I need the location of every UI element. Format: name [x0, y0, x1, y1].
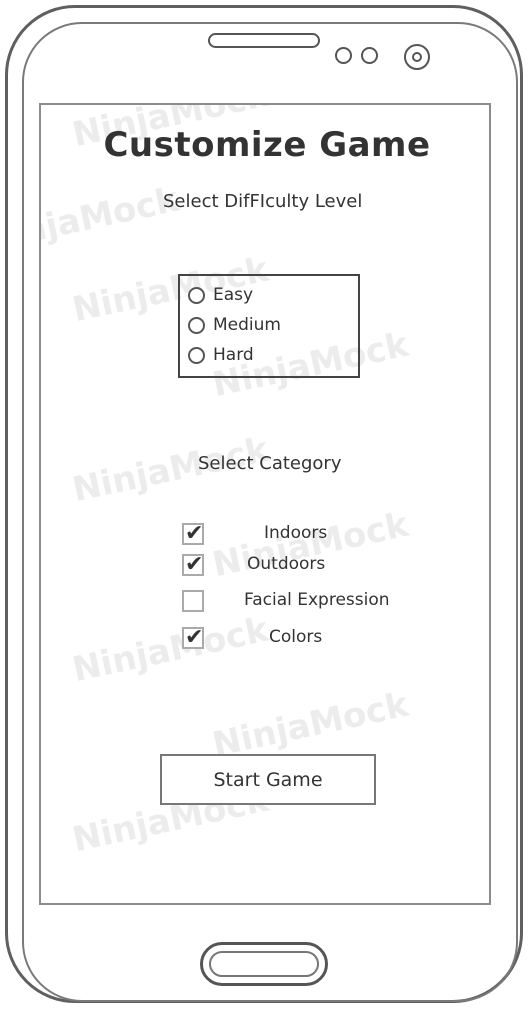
category-indoors[interactable]: ✔ Indoors	[41, 521, 489, 549]
radio-hard[interactable]: Hard	[188, 343, 254, 367]
radio-circle-icon	[188, 346, 205, 364]
checkbox-label: Colors	[269, 627, 323, 647]
category-facial-expression[interactable]: Facial Expression	[41, 590, 489, 616]
difficulty-heading: Select DifFIculty Level	[163, 191, 363, 212]
checkbox[interactable]	[182, 590, 204, 612]
checkmark-icon: ✔	[185, 552, 204, 577]
camera-icon	[404, 44, 430, 70]
checkbox-label: Facial Expression	[244, 590, 390, 610]
difficulty-radio-group: Easy Medium Hard	[178, 274, 360, 378]
radio-medium[interactable]: Medium	[188, 313, 281, 337]
home-button[interactable]	[200, 942, 328, 986]
radio-label: Easy	[213, 285, 254, 305]
category-colors[interactable]: ✔ Colors	[41, 625, 489, 653]
checkmark-icon: ✔	[185, 521, 204, 546]
radio-circle-icon	[188, 316, 205, 334]
category-heading: Select Category	[198, 453, 342, 474]
checkbox[interactable]: ✔	[182, 521, 204, 546]
radio-label: Hard	[213, 345, 254, 365]
checkbox-label: Outdoors	[247, 554, 326, 574]
category-outdoors[interactable]: ✔ Outdoors	[41, 552, 489, 580]
sensor-icon	[335, 47, 352, 64]
radio-circle-icon	[188, 286, 205, 304]
watermark: NinjaMock	[39, 179, 182, 261]
radio-label: Medium	[213, 315, 281, 335]
sensor-icon	[361, 47, 378, 64]
checkbox-label: Indoors	[264, 523, 328, 543]
start-game-button[interactable]: Start Game	[160, 754, 376, 805]
checkmark-icon: ✔	[185, 625, 204, 650]
checkbox[interactable]: ✔	[182, 552, 204, 577]
page-title: Customize Game	[103, 125, 431, 165]
speaker-icon	[208, 33, 320, 48]
radio-easy[interactable]: Easy	[188, 283, 253, 307]
app-screen: NinjaMock NinjaMock NinjaMock NinjaMock …	[39, 103, 491, 905]
checkbox[interactable]: ✔	[182, 625, 204, 650]
